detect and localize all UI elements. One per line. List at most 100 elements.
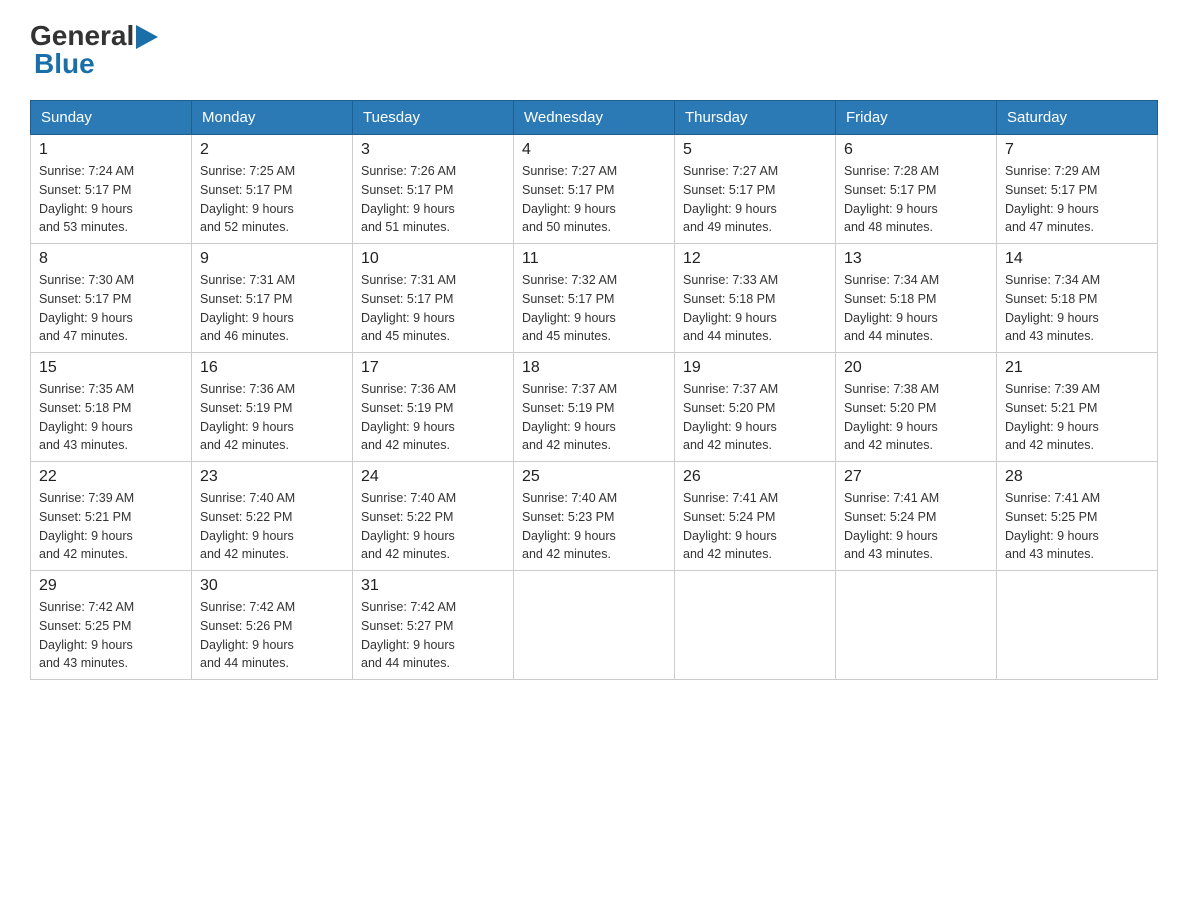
day-detail: Sunrise: 7:37 AMSunset: 5:19 PMDaylight:… [522, 380, 666, 455]
logo-arrow-icon [136, 25, 158, 49]
day-detail: Sunrise: 7:24 AMSunset: 5:17 PMDaylight:… [39, 162, 183, 237]
calendar-cell: 10 Sunrise: 7:31 AMSunset: 5:17 PMDayligh… [353, 244, 514, 353]
logo-blue-text: Blue [34, 48, 95, 80]
calendar-cell: 8 Sunrise: 7:30 AMSunset: 5:17 PMDaylight… [31, 244, 192, 353]
calendar-cell: 28 Sunrise: 7:41 AMSunset: 5:25 PMDayligh… [997, 462, 1158, 571]
day-detail: Sunrise: 7:35 AMSunset: 5:18 PMDaylight:… [39, 380, 183, 455]
header-tuesday: Tuesday [353, 101, 514, 135]
day-number: 30 [200, 577, 344, 595]
day-detail: Sunrise: 7:42 AMSunset: 5:25 PMDaylight:… [39, 598, 183, 673]
day-number: 18 [522, 359, 666, 377]
day-number: 25 [522, 468, 666, 486]
calendar-cell: 1Sunrise: 7:24 AMSunset: 5:17 PMDaylight… [31, 135, 192, 244]
calendar-cell: 20 Sunrise: 7:38 AMSunset: 5:20 PMDayligh… [836, 353, 997, 462]
day-number: 14 [1005, 250, 1149, 268]
calendar-cell [514, 571, 675, 680]
day-detail: Sunrise: 7:36 AMSunset: 5:19 PMDaylight:… [200, 380, 344, 455]
day-number: 4 [522, 141, 666, 159]
day-number: 31 [361, 577, 505, 595]
calendar-cell: 11 Sunrise: 7:32 AMSunset: 5:17 PMDayligh… [514, 244, 675, 353]
day-detail: Sunrise: 7:38 AMSunset: 5:20 PMDaylight:… [844, 380, 988, 455]
day-number: 22 [39, 468, 183, 486]
day-number: 16 [200, 359, 344, 377]
calendar-cell [675, 571, 836, 680]
calendar-cell: 21 Sunrise: 7:39 AMSunset: 5:21 PMDayligh… [997, 353, 1158, 462]
day-detail: Sunrise: 7:40 AMSunset: 5:23 PMDaylight:… [522, 489, 666, 564]
day-detail: Sunrise: 7:32 AMSunset: 5:17 PMDaylight:… [522, 271, 666, 346]
day-detail: Sunrise: 7:31 AMSunset: 5:17 PMDaylight:… [361, 271, 505, 346]
day-number: 28 [1005, 468, 1149, 486]
day-number: 13 [844, 250, 988, 268]
day-number: 12 [683, 250, 827, 268]
calendar-cell: 19 Sunrise: 7:37 AMSunset: 5:20 PMDayligh… [675, 353, 836, 462]
calendar-week-row: 22 Sunrise: 7:39 AMSunset: 5:21 PMDayligh… [31, 462, 1158, 571]
calendar-table: SundayMondayTuesdayWednesdayThursdayFrid… [30, 100, 1158, 680]
day-detail: Sunrise: 7:37 AMSunset: 5:20 PMDaylight:… [683, 380, 827, 455]
day-detail: Sunrise: 7:39 AMSunset: 5:21 PMDaylight:… [1005, 380, 1149, 455]
calendar-cell: 18 Sunrise: 7:37 AMSunset: 5:19 PMDayligh… [514, 353, 675, 462]
header-sunday: Sunday [31, 101, 192, 135]
calendar-cell: 4 Sunrise: 7:27 AMSunset: 5:17 PMDaylight… [514, 135, 675, 244]
day-number: 10 [361, 250, 505, 268]
day-number: 11 [522, 250, 666, 268]
day-number: 9 [200, 250, 344, 268]
day-detail: Sunrise: 7:25 AMSunset: 5:17 PMDaylight:… [200, 162, 344, 237]
calendar-cell: 2 Sunrise: 7:25 AMSunset: 5:17 PMDaylight… [192, 135, 353, 244]
day-number: 5 [683, 141, 827, 159]
calendar-cell: 14Sunrise: 7:34 AMSunset: 5:18 PMDayligh… [997, 244, 1158, 353]
calendar-cell: 7Sunrise: 7:29 AMSunset: 5:17 PMDaylight… [997, 135, 1158, 244]
day-detail: Sunrise: 7:27 AMSunset: 5:17 PMDaylight:… [683, 162, 827, 237]
calendar-week-row: 15Sunrise: 7:35 AMSunset: 5:18 PMDayligh… [31, 353, 1158, 462]
calendar-week-row: 1Sunrise: 7:24 AMSunset: 5:17 PMDaylight… [31, 135, 1158, 244]
calendar-cell [836, 571, 997, 680]
day-detail: Sunrise: 7:28 AMSunset: 5:17 PMDaylight:… [844, 162, 988, 237]
day-detail: Sunrise: 7:41 AMSunset: 5:24 PMDaylight:… [683, 489, 827, 564]
day-detail: Sunrise: 7:30 AMSunset: 5:17 PMDaylight:… [39, 271, 183, 346]
header-thursday: Thursday [675, 101, 836, 135]
calendar-cell: 3 Sunrise: 7:26 AMSunset: 5:17 PMDaylight… [353, 135, 514, 244]
calendar-cell [997, 571, 1158, 680]
calendar-cell: 13 Sunrise: 7:34 AMSunset: 5:18 PMDayligh… [836, 244, 997, 353]
page-header: General Blue [30, 20, 1158, 80]
day-detail: Sunrise: 7:40 AMSunset: 5:22 PMDaylight:… [200, 489, 344, 564]
calendar-cell: 6 Sunrise: 7:28 AMSunset: 5:17 PMDaylight… [836, 135, 997, 244]
day-number: 26 [683, 468, 827, 486]
day-number: 17 [361, 359, 505, 377]
day-detail: Sunrise: 7:39 AMSunset: 5:21 PMDaylight:… [39, 489, 183, 564]
calendar-cell: 16 Sunrise: 7:36 AMSunset: 5:19 PMDayligh… [192, 353, 353, 462]
calendar-cell: 17 Sunrise: 7:36 AMSunset: 5:19 PMDayligh… [353, 353, 514, 462]
calendar-week-row: 29 Sunrise: 7:42 AMSunset: 5:25 PMDayligh… [31, 571, 1158, 680]
header-friday: Friday [836, 101, 997, 135]
calendar-cell: 31 Sunrise: 7:42 AMSunset: 5:27 PMDayligh… [353, 571, 514, 680]
day-detail: Sunrise: 7:42 AMSunset: 5:27 PMDaylight:… [361, 598, 505, 673]
day-detail: Sunrise: 7:40 AMSunset: 5:22 PMDaylight:… [361, 489, 505, 564]
calendar-cell: 5 Sunrise: 7:27 AMSunset: 5:17 PMDaylight… [675, 135, 836, 244]
day-detail: Sunrise: 7:26 AMSunset: 5:17 PMDaylight:… [361, 162, 505, 237]
day-number: 20 [844, 359, 988, 377]
day-number: 6 [844, 141, 988, 159]
calendar-cell: 22 Sunrise: 7:39 AMSunset: 5:21 PMDayligh… [31, 462, 192, 571]
day-number: 3 [361, 141, 505, 159]
day-number: 27 [844, 468, 988, 486]
day-detail: Sunrise: 7:41 AMSunset: 5:24 PMDaylight:… [844, 489, 988, 564]
calendar-cell: 29 Sunrise: 7:42 AMSunset: 5:25 PMDayligh… [31, 571, 192, 680]
day-number: 29 [39, 577, 183, 595]
day-number: 21 [1005, 359, 1149, 377]
day-number: 2 [200, 141, 344, 159]
calendar-cell: 30 Sunrise: 7:42 AMSunset: 5:26 PMDayligh… [192, 571, 353, 680]
day-number: 8 [39, 250, 183, 268]
calendar-cell: 25 Sunrise: 7:40 AMSunset: 5:23 PMDayligh… [514, 462, 675, 571]
day-detail: Sunrise: 7:42 AMSunset: 5:26 PMDaylight:… [200, 598, 344, 673]
calendar-cell: 26 Sunrise: 7:41 AMSunset: 5:24 PMDayligh… [675, 462, 836, 571]
day-number: 19 [683, 359, 827, 377]
header-saturday: Saturday [997, 101, 1158, 135]
day-detail: Sunrise: 7:41 AMSunset: 5:25 PMDaylight:… [1005, 489, 1149, 564]
header-wednesday: Wednesday [514, 101, 675, 135]
day-detail: Sunrise: 7:33 AMSunset: 5:18 PMDaylight:… [683, 271, 827, 346]
day-detail: Sunrise: 7:36 AMSunset: 5:19 PMDaylight:… [361, 380, 505, 455]
calendar-week-row: 8 Sunrise: 7:30 AMSunset: 5:17 PMDaylight… [31, 244, 1158, 353]
calendar-cell: 9Sunrise: 7:31 AMSunset: 5:17 PMDaylight… [192, 244, 353, 353]
day-detail: Sunrise: 7:34 AMSunset: 5:18 PMDaylight:… [844, 271, 988, 346]
day-detail: Sunrise: 7:27 AMSunset: 5:17 PMDaylight:… [522, 162, 666, 237]
calendar-cell: 12 Sunrise: 7:33 AMSunset: 5:18 PMDayligh… [675, 244, 836, 353]
